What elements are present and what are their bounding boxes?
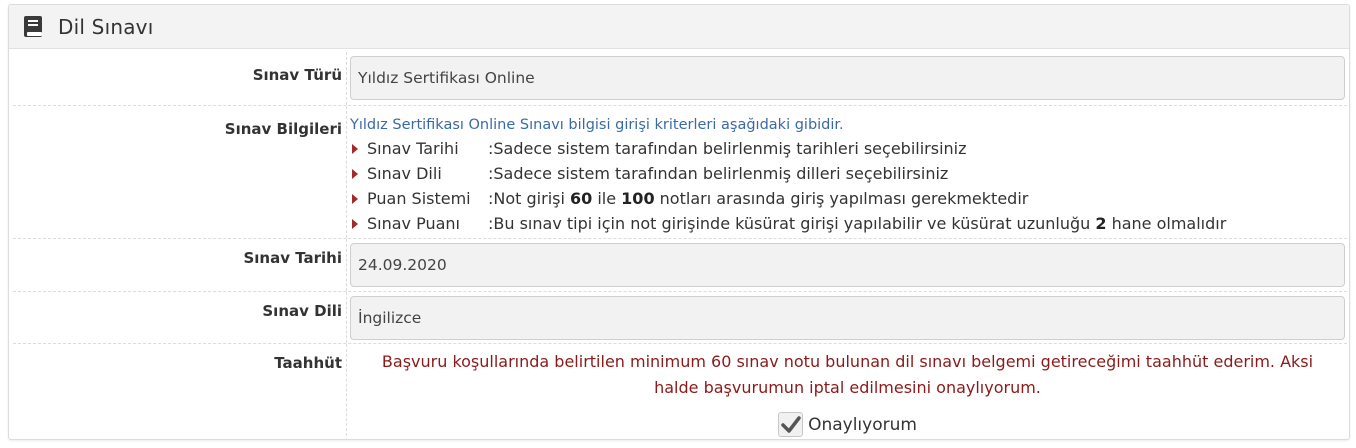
exam-info-label: Sınav Bilgileri (13, 106, 347, 238)
exam-type-label: Sınav Türü (13, 52, 347, 105)
caret-right-icon (352, 143, 358, 154)
check-icon (780, 415, 801, 433)
criteria-name: Sınav Tarihi (367, 139, 459, 158)
form-row-exam-language: Sınav Dili İngilizce (13, 291, 1347, 343)
caret-right-icon (352, 168, 358, 179)
list-item: Sınav Puanı :Bu sınav tipi için not giri… (350, 211, 1345, 236)
confirm-row: Onaylıyorum (350, 412, 1345, 437)
form-row-exam-info: Sınav Bilgileri Yıldız Sertifikası Onlin… (13, 105, 1347, 238)
list-item: Puan Sistemi :Not girişi 60 ile 100 notl… (350, 186, 1345, 211)
confirm-checkbox[interactable] (778, 412, 804, 437)
list-item: Sınav Dili :Sadece sistem tarafından bel… (350, 161, 1345, 186)
exam-date-field[interactable]: 24.09.2020 (350, 243, 1345, 287)
exam-date-label: Sınav Tarihi (13, 239, 347, 291)
criteria-desc: :Sadece sistem tarafından belirlenmiş di… (488, 164, 949, 183)
exam-type-field[interactable]: Yıldız Sertifikası Online (350, 56, 1345, 100)
criteria-name: Sınav Puanı (367, 214, 460, 233)
form-row-exam-type: Sınav Türü Yıldız Sertifikası Online (13, 52, 1347, 105)
form-row-commitment: Taahhüt Başvuru koşullarında belirtilen … (13, 343, 1347, 439)
panel-header: Dil Sınavı (9, 5, 1349, 49)
exam-form: Sınav Türü Yıldız Sertifikası Online Sın… (13, 52, 1347, 439)
criteria-desc: :Not girişi 60 ile 100 notları arasında … (488, 189, 1029, 208)
form-row-exam-date: Sınav Tarihi 24.09.2020 (13, 238, 1347, 291)
criteria-name: Sınav Dili (367, 164, 442, 183)
caret-right-icon (352, 218, 358, 229)
panel-title: Dil Sınavı (58, 14, 154, 39)
commitment-text: Başvuru koşullarında belirtilen minimum … (381, 352, 1314, 397)
criteria-desc: :Sadece sistem tarafından belirlenmiş ta… (488, 139, 967, 158)
exam-panel: Dil Sınavı Sınav Türü Yıldız Sertifikası… (8, 4, 1350, 440)
confirm-label[interactable]: Onaylıyorum (808, 415, 917, 435)
commitment-label: Taahhüt (13, 344, 347, 439)
criteria-list: Sınav Tarihi :Sadece sistem tarafından b… (350, 136, 1345, 236)
book-icon (22, 15, 44, 39)
exam-info-intro: Yıldız Sertifikası Online Sınavı bilgisi… (350, 117, 844, 133)
criteria-desc: :Bu sınav tipi için not girişinde küsüra… (488, 214, 1227, 233)
list-item: Sınav Tarihi :Sadece sistem tarafından b… (350, 136, 1345, 161)
caret-right-icon (352, 193, 358, 204)
exam-language-label: Sınav Dili (13, 292, 347, 343)
exam-language-field[interactable]: İngilizce (350, 296, 1345, 340)
criteria-name: Puan Sistemi (367, 189, 471, 208)
